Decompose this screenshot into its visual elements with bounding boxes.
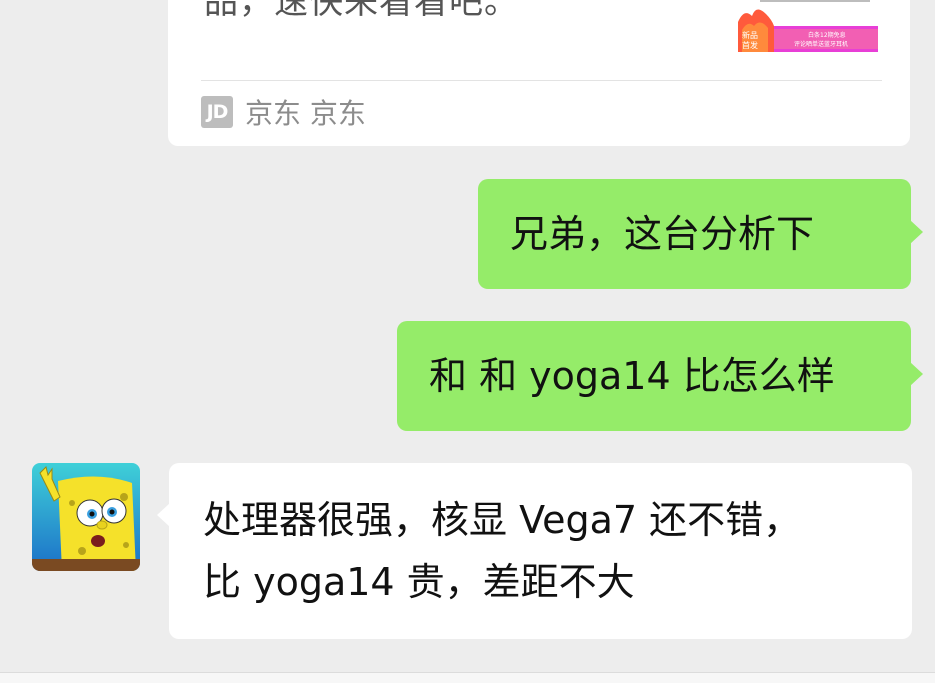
- incoming-message-bubble[interactable]: 处理器很强，核显 Vega7 还不错， 比 yoga14 贵，差距不大: [157, 463, 912, 639]
- message-line: 处理器很强，核显 Vega7 还不错，: [203, 498, 802, 542]
- thumb-badge-2: 首发: [742, 40, 758, 50]
- card-source-name: 京东 京东: [245, 97, 366, 130]
- chat-area: 品，速快来看看吧。 新品 首发 白条12期免息 评论晒单送蓝牙耳机 JD 京东 …: [0, 0, 935, 672]
- thumb-badge: 新品: [742, 30, 758, 40]
- thumb-caption: 白条12期免息: [808, 31, 846, 39]
- message-text: 和 和 yoga14 比怎么样: [429, 354, 835, 398]
- card-source: JD 京东 京东: [201, 94, 366, 130]
- my-message-bubble[interactable]: 兄弟，这台分析下: [478, 179, 923, 289]
- shared-link-card[interactable]: 品，速快来看看吧。 新品 首发 白条12期免息 评论晒单送蓝牙耳机 JD 京东 …: [168, 0, 910, 146]
- spongebob-avatar-icon: [32, 463, 140, 571]
- my-message-bubble[interactable]: 和 和 yoga14 比怎么样: [397, 321, 923, 431]
- laptop-thumbnail-image: 新品 首发 白条12期免息 评论晒单送蓝牙耳机: [738, 0, 878, 52]
- input-toolbar-edge: [0, 672, 935, 683]
- thumb-caption-2: 评论晒单送蓝牙耳机: [794, 40, 848, 48]
- jd-logo-icon: JD: [201, 96, 233, 128]
- contact-avatar[interactable]: [32, 463, 140, 571]
- card-divider: [201, 80, 882, 81]
- message-text: 兄弟，这台分析下: [510, 212, 815, 256]
- message-line: 比 yoga14 贵，差距不大: [203, 560, 635, 604]
- product-thumbnail: 新品 首发 白条12期免息 评论晒单送蓝牙耳机: [738, 0, 878, 52]
- card-description: 品，速快来看看吧。: [204, 0, 519, 22]
